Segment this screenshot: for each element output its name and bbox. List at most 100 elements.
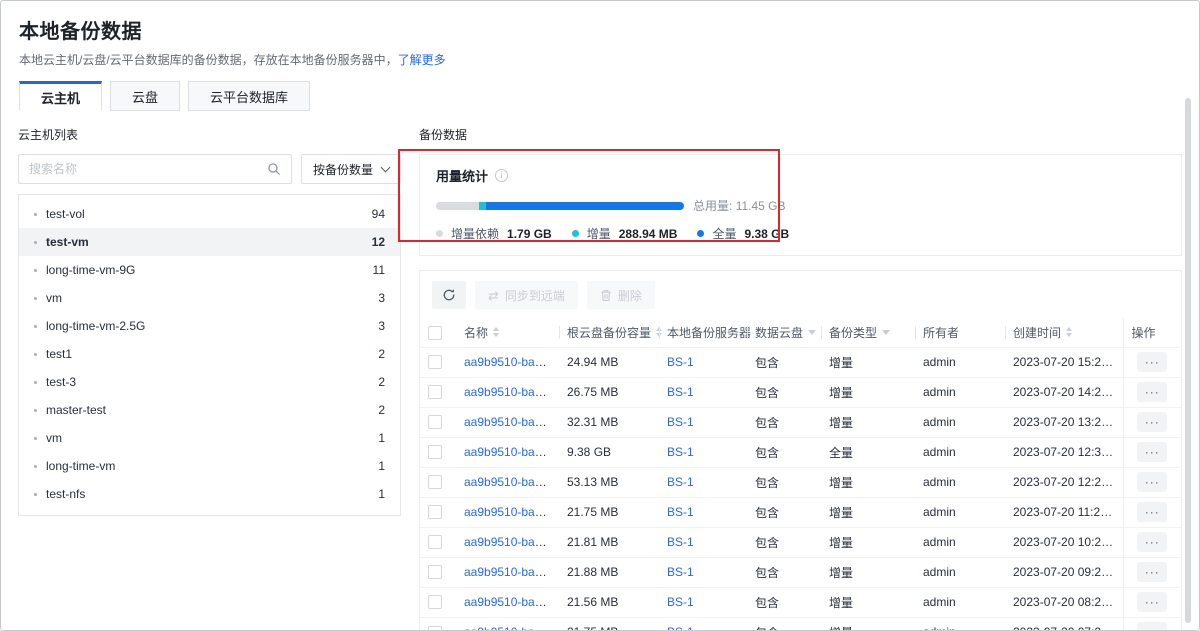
more-actions-button[interactable]: ··· [1137,622,1167,631]
backup-table-card: ⇄ 同步到远端 删除 名称根云盘备份容量本地备份服务器数据云盘备份类型所有者创建… [419,270,1182,631]
vm-list-item[interactable]: test-vol94 [19,200,400,228]
search-box[interactable] [18,154,292,184]
filter-icon[interactable] [882,330,890,335]
select-all-checkbox[interactable] [428,326,442,340]
row-checkbox[interactable] [428,385,442,399]
vm-list-item[interactable]: long-time-vm-2.5G3 [19,312,400,340]
legend-label: 增量 [587,225,611,242]
filter-icon[interactable] [808,330,816,335]
sort-by-backup-count-dropdown[interactable]: 按备份数量 [301,154,401,184]
vm-list-item[interactable]: vm1 [19,424,400,452]
backup-server-cell: BS-1 [659,467,747,497]
backup-server-link[interactable]: BS-1 [667,355,694,369]
row-checkbox[interactable] [428,595,442,609]
column-header-inner: 备份类型 [829,324,907,341]
legend-value: 9.38 GB [744,227,789,241]
learn-more-link[interactable]: 了解更多 [398,53,446,67]
backup-name-link[interactable]: aa9b9510-backup-2023-07-... [464,355,559,369]
vm-backup-count: 12 [372,235,385,249]
row-select-cell [420,347,456,377]
backup-name-link[interactable]: aa9b9510-backup-2023-07-... [464,535,559,549]
more-actions-button[interactable]: ··· [1137,592,1167,612]
data-volume-cell: 包含 [747,587,821,617]
more-actions-button[interactable]: ··· [1137,352,1167,372]
usage-bar-segment-1 [479,202,486,210]
backup-server-link[interactable]: BS-1 [667,475,694,489]
vm-list-item[interactable]: long-time-vm1 [19,452,400,480]
backup-name-link[interactable]: aa9b9510-backup-2023-07-... [464,565,559,579]
row-select-cell [420,527,456,557]
vm-list-item[interactable]: master-test2 [19,396,400,424]
sync-to-remote-button[interactable]: ⇄ 同步到远端 [475,281,578,309]
vm-list-item[interactable]: test12 [19,340,400,368]
info-icon[interactable]: i [495,169,508,182]
more-actions-button[interactable]: ··· [1137,532,1167,552]
refresh-button[interactable] [432,281,466,309]
actions-cell: ··· [1123,467,1181,497]
vm-list-item[interactable]: test-nfs1 [19,480,400,508]
row-checkbox[interactable] [428,415,442,429]
sync-icon: ⇄ [488,289,499,302]
main-content: 云主机列表 按备份数量 test-vol94test-vm12long-time… [1,111,1199,631]
row-checkbox[interactable] [428,535,442,549]
sort-up-caret [493,327,499,331]
page-subtitle-text: 本地云主机/云盘/云平台数据库的备份数据，存放在本地备份服务器中， [19,53,398,67]
backup-server-link[interactable]: BS-1 [667,625,694,631]
column-header-4[interactable]: 数据云盘 [747,318,821,347]
column-header-7[interactable]: 创建时间 [1005,318,1123,347]
backup-server-cell: BS-1 [659,437,747,467]
backup-server-link[interactable]: BS-1 [667,505,694,519]
row-checkbox[interactable] [428,626,442,631]
actions-cell: ··· [1123,557,1181,587]
vm-list-item[interactable]: vm3 [19,284,400,312]
search-input[interactable] [29,162,259,176]
column-header-2[interactable]: 根云盘备份容量 [559,318,659,347]
row-checkbox[interactable] [428,355,442,369]
backup-server-link[interactable]: BS-1 [667,415,694,429]
backup-name-link[interactable]: aa9b9510-backup-2023-07-... [464,475,559,489]
more-actions-button[interactable]: ··· [1137,562,1167,582]
vm-list-item[interactable]: test-vm12 [19,228,400,256]
backup-server-cell: BS-1 [659,587,747,617]
page-subtitle: 本地云主机/云盘/云平台数据库的备份数据，存放在本地备份服务器中，了解更多 [19,51,1181,68]
row-checkbox[interactable] [428,445,442,459]
backup-server-link[interactable]: BS-1 [667,595,694,609]
usage-total-value: 11.45 GB [736,199,786,213]
delete-button-label: 删除 [618,287,642,304]
tab-volume[interactable]: 云盘 [110,81,180,111]
more-actions-button[interactable]: ··· [1137,472,1167,492]
sort-icon[interactable] [493,327,499,337]
backup-server-link[interactable]: BS-1 [667,535,694,549]
tab-database[interactable]: 云平台数据库 [188,81,310,111]
delete-button[interactable]: 删除 [587,281,655,309]
more-actions-button[interactable]: ··· [1137,502,1167,522]
backup-name-link[interactable]: aa9b9510-backup-2023-07-... [464,625,559,631]
table-row: aa9b9510-backup-2023-07-...21.88 MBBS-1包… [420,557,1181,587]
backup-name-link[interactable]: aa9b9510-backup-2023-07-... [464,445,559,459]
search-icon [267,162,281,176]
column-header-5[interactable]: 备份类型 [821,318,915,347]
backup-server-link[interactable]: BS-1 [667,445,694,459]
backup-server-link[interactable]: BS-1 [667,385,694,399]
backup-name-link[interactable]: aa9b9510-backup-2023-07-... [464,385,559,399]
vm-list-item[interactable]: test-32 [19,368,400,396]
column-header-1[interactable]: 名称 [456,318,559,347]
row-checkbox[interactable] [428,565,442,579]
tab-vm[interactable]: 云主机 [19,81,102,111]
more-actions-button[interactable]: ··· [1137,382,1167,402]
backup-name-link[interactable]: aa9b9510-backup-2023-07-... [464,505,559,519]
sort-icon[interactable] [1066,327,1072,337]
backup-server-link[interactable]: BS-1 [667,565,694,579]
more-actions-button[interactable]: ··· [1137,412,1167,432]
vertical-scrollbar[interactable] [1185,98,1191,623]
data-volume-cell: 包含 [747,557,821,587]
vm-list-item[interactable]: long-time-vm-9G11 [19,256,400,284]
row-checkbox[interactable] [428,475,442,489]
backup-server-cell: BS-1 [659,347,747,377]
actions-cell: ··· [1123,617,1181,631]
row-checkbox[interactable] [428,505,442,519]
backup-name-link[interactable]: aa9b9510-backup-2023-07-... [464,595,559,609]
more-actions-button[interactable]: ··· [1137,442,1167,462]
backup-name-link[interactable]: aa9b9510-backup-2023-07-... [464,415,559,429]
backup-name-cell: aa9b9510-backup-2023-07-... [456,377,559,407]
